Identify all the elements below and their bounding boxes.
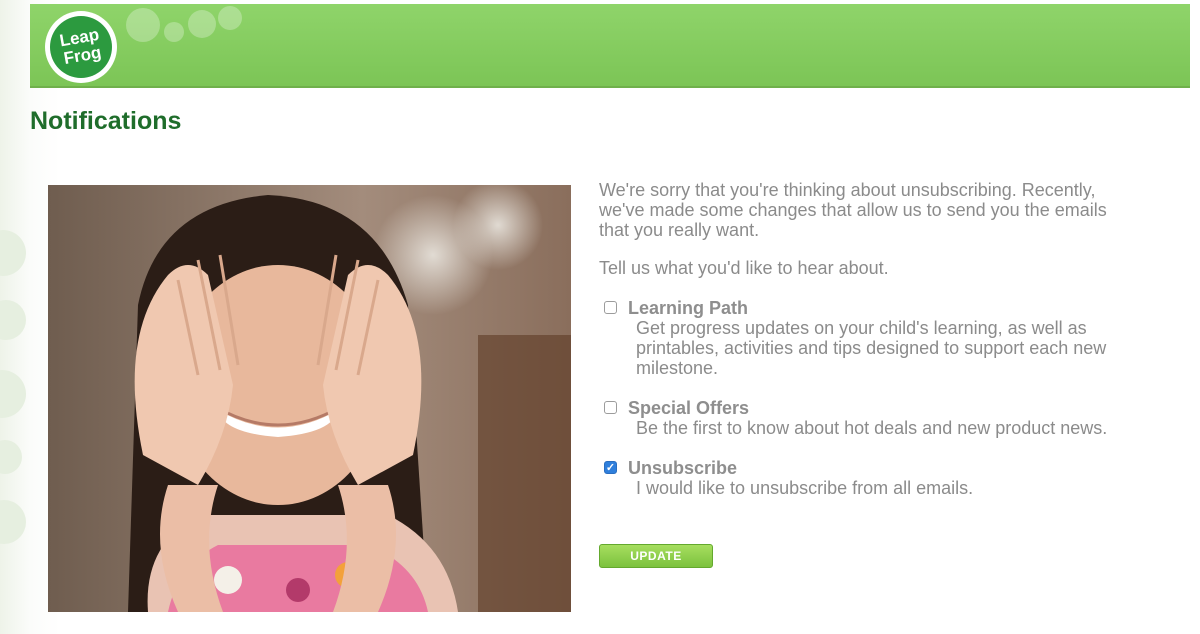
option-description: I would like to unsubscribe from all ema…	[636, 478, 974, 498]
learning-path-checkbox[interactable]	[604, 301, 617, 314]
option-label: Special Offers	[628, 398, 750, 418]
unsubscribe-checkbox[interactable]: ✓	[604, 461, 617, 474]
option-description: Be the first to know about hot deals and…	[636, 418, 1108, 438]
option-label: Learning Path	[628, 298, 749, 318]
intro-text: We're sorry that you're thinking about u…	[599, 180, 1107, 240]
page: Leap Frog Notifications We're sorry that…	[0, 0, 1200, 634]
option-learning-path[interactable]: Learning Path Get progress updates on yo…	[599, 298, 1179, 378]
option-description: Get progress updates on your child's lea…	[636, 318, 1107, 378]
page-title: Notifications	[30, 107, 182, 135]
update-button[interactable]: UPDATE	[599, 544, 713, 568]
option-special-offers[interactable]: Special Offers Be the first to know abou…	[599, 398, 1179, 438]
hero-photo	[48, 185, 571, 612]
site-header: Leap Frog	[30, 4, 1190, 88]
background-decoration	[0, 0, 32, 634]
child-covering-eyes-image	[48, 185, 571, 612]
option-label: Unsubscribe	[628, 458, 738, 478]
prompt-text: Tell us what you'd like to hear about.	[599, 258, 889, 278]
special-offers-checkbox[interactable]	[604, 401, 617, 414]
notification-content: We're sorry that you're thinking about u…	[599, 180, 1179, 518]
option-unsubscribe[interactable]: ✓ Unsubscribe I would like to unsubscrib…	[599, 458, 1179, 498]
leapfrog-logo[interactable]: Leap Frog	[44, 10, 118, 84]
